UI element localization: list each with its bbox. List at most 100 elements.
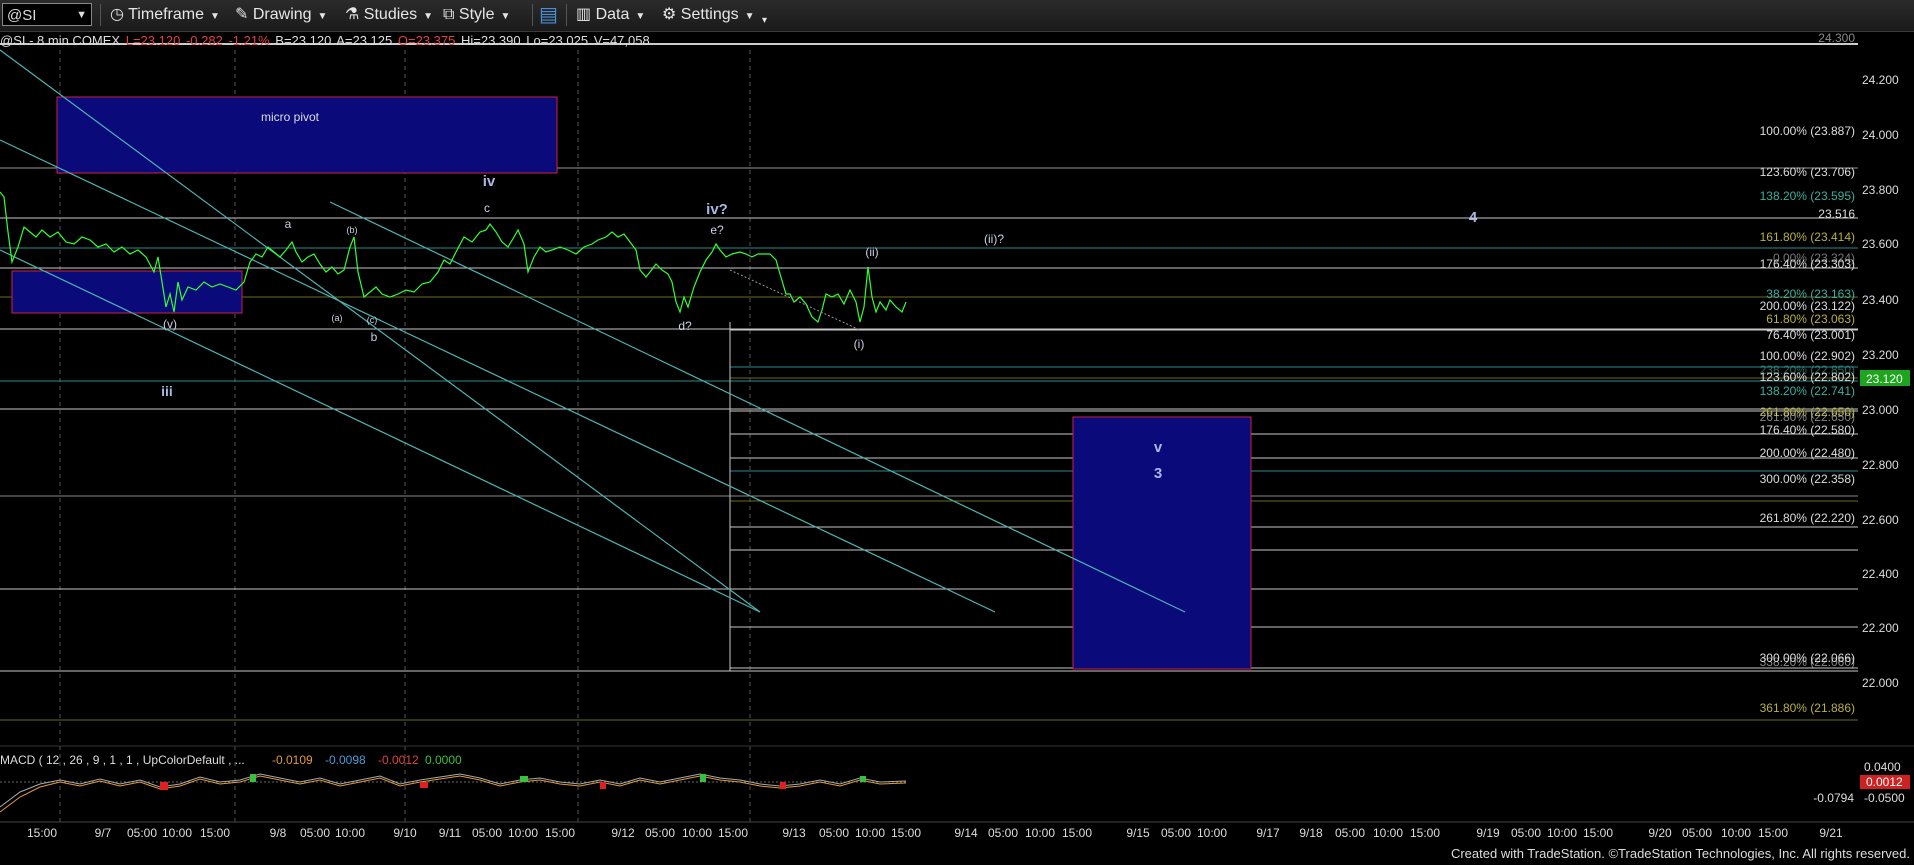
price-tick: 22.400: [1862, 567, 1899, 581]
price-tick: 22.200: [1862, 621, 1899, 635]
micro-pivot-label: micro pivot: [261, 110, 320, 124]
time-tick: 15:00: [1410, 826, 1440, 840]
time-tick: 9/18: [1299, 826, 1323, 840]
fib-label: 261.80% (22.220): [1760, 511, 1855, 525]
time-tick: 10:00: [508, 826, 538, 840]
wave-label-ii-q: (ii)?: [984, 232, 1004, 246]
settings-menu[interactable]: ⚙ Settings ▼: [662, 4, 755, 26]
style-menu[interactable]: ⧉ Style ▼: [443, 4, 510, 26]
price-tick: 22.000: [1862, 676, 1899, 690]
time-tick: 9/14: [954, 826, 978, 840]
time-tick: 15:00: [718, 826, 748, 840]
info-high: Hi=23.390: [460, 33, 521, 48]
chevron-down-icon: ▼: [500, 11, 511, 22]
info-bid: B=23.120: [275, 33, 332, 48]
time-tick: 10:00: [1373, 826, 1403, 840]
drawing-label: Drawing: [252, 6, 312, 23]
last-price-text: 23.120: [1866, 372, 1903, 386]
wave-label-a: a: [285, 217, 292, 231]
micro-pivot-box: [56, 96, 558, 174]
fib-label: 300.00% (22.358): [1760, 472, 1855, 486]
wave-label-b: b: [371, 330, 378, 344]
time-tick: 15:00: [891, 826, 921, 840]
symbol-selector[interactable]: @SI ▼: [2, 3, 92, 26]
wave-label-4: 4: [1469, 209, 1478, 226]
time-tick: 10:00: [1547, 826, 1577, 840]
fib-label: 123.60% (23.706): [1760, 165, 1855, 179]
time-tick: 10:00: [1197, 826, 1227, 840]
time-tick: 05:00: [1161, 826, 1191, 840]
wave-label-v-paren: (v): [163, 317, 177, 331]
chevron-down-icon: ▼: [317, 11, 328, 22]
fib-label: 123.60% (22.802): [1760, 370, 1855, 384]
time-tick: 9/7: [95, 826, 112, 840]
fib-label: 61.80% (23.063): [1766, 312, 1855, 326]
price-tick: 23.400: [1862, 293, 1899, 307]
time-tick: 9/12: [611, 826, 635, 840]
macd-value-4: 0.0000: [425, 753, 462, 767]
macd-value-2: -0.0098: [325, 753, 366, 767]
time-tick: 9/15: [1126, 826, 1150, 840]
wave-label-iii: iii: [161, 383, 173, 399]
wave-label-3: 3: [1154, 465, 1162, 482]
info-ask: A=23.125: [336, 33, 393, 48]
toolbar-divider: [532, 4, 533, 26]
macd-title: MACD ( 12 , 26 , 9 , 1 , 1 , UpColorDefa…: [0, 753, 245, 767]
time-tick: 15:00: [27, 826, 57, 840]
price-tick: 23.800: [1862, 183, 1899, 197]
data-menu[interactable]: ▥ Data ▼: [576, 4, 645, 26]
toolbar: @SI ▼ ◷ Timeframe ▼ ✎ Drawing ▼ ⚗ Studies ▼…: [0, 0, 1914, 32]
timeframe-menu[interactable]: ◷ Timeframe ▼: [110, 4, 220, 26]
flask-icon: ⚗: [345, 6, 360, 23]
price-tick: 24.000: [1862, 128, 1899, 142]
fib-label: 176.40% (22.580): [1760, 423, 1855, 437]
time-tick: 15:00: [200, 826, 230, 840]
wave-label-v: v: [1154, 439, 1163, 456]
price-chart[interactable]: micro pivot iii (v) a (b) (a) (c) b iv c…: [0, 32, 1914, 843]
macd-tag-bottom: -0.0794: [1813, 791, 1854, 805]
bar-chart-icon: ▥: [576, 6, 592, 23]
toolbar-divider: [566, 4, 567, 26]
footer-credit: Created with TradeStation. ©TradeStation…: [1450, 846, 1910, 861]
info-last: L=23.120: [125, 33, 181, 48]
info-symbol: @SI - 8 min COMEX: [0, 33, 121, 48]
support-box: [11, 270, 243, 314]
time-tick: 9/21: [1819, 826, 1843, 840]
time-tick: 10:00: [162, 826, 192, 840]
time-tick: 10:00: [855, 826, 885, 840]
fib-label: 200.00% (22.480): [1760, 446, 1855, 460]
wave-label-c: c: [484, 201, 490, 215]
time-tick: 9/8: [270, 826, 287, 840]
layout-icon[interactable]: ▤: [539, 4, 558, 26]
macd-value-3: -0.0012: [378, 753, 419, 767]
info-pct: -1.21%: [228, 33, 270, 48]
time-tick: 05:00: [645, 826, 675, 840]
time-tick: 15:00: [1758, 826, 1788, 840]
time-tick: 05:00: [1682, 826, 1712, 840]
time-tick: 10:00: [1025, 826, 1055, 840]
style-label: Style: [458, 6, 495, 23]
clock-icon: ◷: [110, 6, 124, 23]
price-tick: 24.200: [1862, 73, 1899, 87]
drawing-menu[interactable]: ✎ Drawing ▼: [235, 4, 327, 26]
price-tick: 23.200: [1862, 348, 1899, 362]
wave-label-iv: iv: [483, 173, 496, 190]
price-tick: 22.600: [1862, 513, 1899, 527]
settings-label: Settings: [680, 6, 739, 23]
macd-tick: -0.0500: [1864, 791, 1905, 805]
fib-label: 23.516: [1818, 207, 1855, 221]
toolbar-overflow-icon[interactable]: ▾: [762, 10, 767, 32]
price-tick: 23.600: [1862, 237, 1899, 251]
macd-value-1: -0.0109: [272, 753, 313, 767]
studies-menu[interactable]: ⚗ Studies ▼: [345, 4, 433, 26]
fib-label: 261.80% (22.650): [1760, 410, 1855, 424]
time-tick: 9/10: [393, 826, 417, 840]
fib-label: 361.80% (21.886): [1760, 701, 1855, 715]
fib-label: 338.20% (22.060): [1760, 655, 1855, 669]
data-label: Data: [595, 6, 630, 23]
time-tick: 9/17: [1256, 826, 1280, 840]
studies-label: Studies: [363, 6, 418, 23]
time-tick: 10:00: [1721, 826, 1751, 840]
chevron-down-icon: ▼: [635, 11, 646, 22]
info-low: Lo=23.025: [526, 33, 589, 48]
